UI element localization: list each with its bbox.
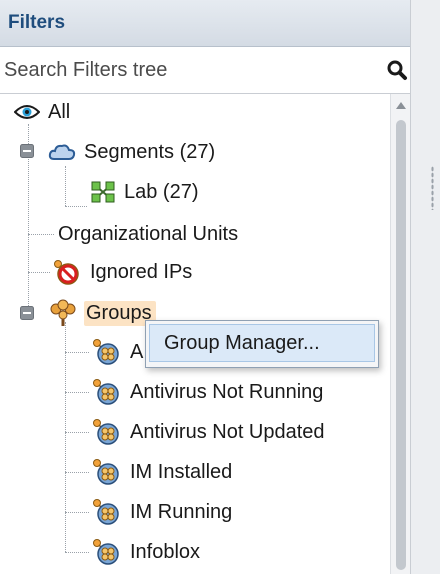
panel-splitter[interactable] bbox=[411, 0, 440, 574]
tree-node-group-item[interactable]: A bbox=[92, 336, 147, 368]
tree-scrollbar[interactable] bbox=[390, 94, 410, 574]
tree-node-label: Antivirus Not Updated bbox=[130, 420, 325, 443]
group-icon bbox=[93, 339, 119, 365]
menu-item-group-manager[interactable]: Group Manager... bbox=[149, 324, 375, 362]
group-icon bbox=[93, 419, 119, 445]
search-input[interactable] bbox=[4, 56, 374, 84]
tree-node-label: Ignored IPs bbox=[90, 260, 193, 283]
ignored-ips-icon bbox=[54, 260, 79, 285]
groups-tree-icon bbox=[50, 299, 76, 326]
tree-node-all[interactable]: All bbox=[14, 96, 74, 128]
search-bar bbox=[0, 47, 410, 94]
collapse-icon[interactable] bbox=[20, 144, 34, 158]
scroll-up-icon[interactable] bbox=[395, 100, 407, 110]
tree-node-lab[interactable]: Lab (27) bbox=[90, 176, 203, 208]
group-icon bbox=[93, 459, 119, 485]
tree-node-group-item[interactable]: IM Running bbox=[92, 496, 236, 528]
tree-node-label: IM Running bbox=[130, 500, 233, 523]
tree-node-organizational-units[interactable]: Organizational Units bbox=[56, 218, 242, 250]
tree-node-label: Antivirus Not Running bbox=[130, 380, 324, 403]
tree-node-label: IM Installed bbox=[130, 460, 233, 483]
context-menu: Group Manager... bbox=[145, 320, 379, 368]
search-icon[interactable] bbox=[386, 59, 408, 81]
scroll-thumb[interactable] bbox=[396, 120, 406, 570]
tree-node-groups[interactable]: Groups bbox=[48, 297, 156, 329]
network-icon bbox=[91, 181, 115, 203]
tree-node-label: Lab (27) bbox=[124, 180, 199, 203]
tree-node-label: All bbox=[48, 100, 71, 123]
panel-header: Filters bbox=[0, 0, 410, 47]
panel-title: Filters bbox=[8, 12, 66, 33]
tree-node-label: Organizational Units bbox=[58, 222, 239, 245]
tree-node-group-item[interactable]: Infoblox bbox=[92, 536, 204, 568]
tree-node-group-item[interactable]: Antivirus Not Updated bbox=[92, 416, 329, 448]
collapse-icon[interactable] bbox=[20, 306, 34, 320]
tree-node-ignored-ips[interactable]: Ignored IPs bbox=[52, 256, 196, 288]
tree-node-group-item[interactable]: Antivirus Not Running bbox=[92, 376, 327, 408]
filters-panel: Filters All bbox=[0, 0, 411, 574]
group-icon bbox=[93, 539, 119, 565]
cloud-icon bbox=[48, 144, 76, 160]
eye-icon bbox=[14, 105, 40, 119]
tree-node-label: Segments (27) bbox=[84, 140, 216, 163]
tree-node-segments[interactable]: Segments (27) bbox=[48, 136, 219, 168]
splitter-grip-icon[interactable] bbox=[431, 166, 434, 210]
tree-node-label: Infoblox bbox=[130, 540, 201, 563]
group-icon bbox=[93, 379, 119, 405]
tree-node-group-item[interactable]: IM Installed bbox=[92, 456, 236, 488]
group-icon bbox=[93, 499, 119, 525]
